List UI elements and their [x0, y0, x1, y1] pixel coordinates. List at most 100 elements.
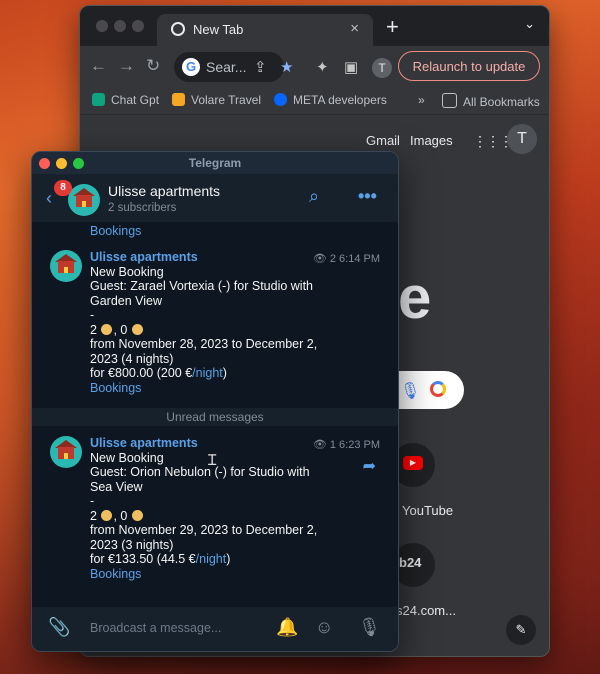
bookmarks-bar: Chat Gpt Volare Travel META developers »… [80, 88, 549, 115]
bookmark-star-icon[interactable]: ★ [280, 58, 293, 76]
telegram-titlebar: Telegram [32, 152, 398, 174]
account-avatar[interactable]: T [507, 124, 537, 154]
message-line: Sea View [90, 479, 143, 494]
message-line: 2023 (3 nights) [90, 537, 174, 552]
sender-avatar[interactable] [50, 250, 82, 282]
message-time: 6:14 PM [339, 253, 380, 265]
attach-paperclip-icon[interactable]: 📎 [48, 617, 70, 638]
back-icon[interactable]: ← [90, 56, 107, 76]
new-tab-button[interactable]: + [386, 14, 399, 40]
google-apps-icon[interactable]: ⋮⋮⋮ [473, 133, 513, 150]
folder-icon [442, 93, 457, 108]
all-bookmarks-button[interactable]: All Bookmarks [442, 93, 540, 109]
chrome-icon [171, 22, 185, 36]
meta-icon [274, 93, 287, 106]
telegram-window: Telegram ‹ 8 Ulisse apartments 2 subscri… [31, 151, 399, 652]
message-list[interactable]: Bookings 👁 2 6:14 PM Ulisse apartments N… [32, 222, 398, 606]
house-door [64, 267, 68, 273]
shortcut-label: YouTube [402, 503, 454, 518]
house-door [64, 453, 68, 459]
search-icon[interactable]: ⌕ [309, 186, 319, 207]
tab-new-tab[interactable]: New Tab × [157, 14, 373, 46]
price-text: for €800.00 (200 € [90, 366, 193, 380]
microphone-icon[interactable]: 🎙 [358, 617, 381, 638]
gmail-link[interactable]: Gmail [366, 133, 400, 148]
children-count: 0 [120, 322, 128, 337]
unread-badge: 8 [54, 180, 72, 196]
bookmark-chat-gpt[interactable]: Chat Gpt [92, 93, 159, 107]
message-line: New Booking [90, 264, 164, 279]
view-count: 1 [329, 439, 336, 451]
unread-divider: Unread messages [32, 408, 398, 426]
back-chevron-icon[interactable]: ‹ [46, 188, 52, 209]
forward-icon[interactable]: → [118, 56, 135, 76]
relaunch-button[interactable]: Relaunch to update [398, 51, 540, 81]
guest-count-line: 2 , 0 [90, 509, 326, 524]
bookmark-volare-travel[interactable]: Volare Travel [172, 93, 261, 107]
bookings-link[interactable]: Bookings [90, 567, 326, 582]
google-lens-icon[interactable] [430, 381, 446, 397]
price-text: ) [222, 366, 227, 380]
emoji-icon[interactable]: ☺ [315, 617, 333, 638]
chat-header: ‹ 8 Ulisse apartments 2 subscribers ⌕ ••… [32, 174, 398, 223]
message-input[interactable]: Broadcast a message... [90, 621, 221, 635]
subscriber-count: 2 subscribers [108, 202, 177, 214]
bookings-link[interactable]: Bookings [90, 224, 141, 238]
message-line: Guest: Zarael Vortexia (-) for Studio wi… [90, 279, 314, 293]
zoom-window-button[interactable] [132, 20, 144, 32]
reload-icon[interactable]: ↻ [146, 56, 160, 76]
adult-emoji-icon [101, 509, 113, 521]
bookings-link[interactable]: Bookings [90, 381, 326, 396]
omnibox[interactable]: G Sear... [174, 52, 284, 82]
extensions-icon[interactable]: ✦ [316, 58, 329, 76]
per-night-link[interactable]: /night [192, 366, 223, 380]
bookmark-meta-developers[interactable]: META developers [274, 93, 387, 107]
message-line: Garden View [90, 293, 163, 308]
message-time: 6:23 PM [339, 439, 380, 451]
message-line: - [90, 308, 95, 322]
voice-search-icon[interactable]: 🎙 [400, 381, 420, 401]
customize-pencil-icon[interactable]: ✎ [506, 615, 536, 645]
google-icon: G [182, 58, 200, 76]
youtube-icon: ▶ [403, 456, 423, 470]
child-emoji-icon [131, 323, 143, 335]
more-options-icon[interactable]: ••• [358, 186, 377, 207]
omnibox-text: Sear... [206, 59, 247, 75]
message-body: Ulisse apartments New Booking Guest: Ori… [90, 436, 326, 581]
tab-search-icon[interactable]: ⌄ [524, 16, 535, 32]
profile-avatar[interactable]: T [372, 58, 392, 78]
message-line: - [90, 494, 95, 508]
tab-title: New Tab [193, 22, 244, 37]
close-tab-icon[interactable]: × [350, 20, 359, 37]
price-line: for €133.50 (44.5 €/night) [90, 552, 326, 567]
guest-count-line: 2 , 0 [90, 323, 326, 338]
bell-icon[interactable]: 🔔 [276, 617, 298, 638]
per-night-link[interactable]: /night [196, 552, 227, 566]
adult-emoji-icon [101, 323, 113, 335]
plane-icon [172, 93, 185, 106]
images-link[interactable]: Images [410, 133, 453, 148]
child-emoji-icon [131, 509, 143, 521]
price-text: ) [226, 552, 231, 566]
sender-avatar[interactable] [50, 436, 82, 468]
close-window-button[interactable] [96, 20, 108, 32]
share-icon[interactable]: ⇪ [254, 58, 267, 76]
message-line: New Booking [90, 450, 164, 465]
side-panel-icon[interactable]: ▣ [344, 58, 358, 76]
composer: 📎 Broadcast a message... 🔔 ☺ 🎙 [32, 606, 398, 651]
children-count: 0 [120, 508, 128, 523]
sender-name[interactable]: Ulisse apartments [90, 436, 326, 451]
google-logo: e [398, 264, 432, 331]
shortcut-label: s24.com... [396, 603, 456, 618]
sender-name[interactable]: Ulisse apartments [90, 250, 326, 265]
view-count: 2 [329, 253, 336, 265]
price-line: for €800.00 (200 €/night) [90, 366, 326, 381]
window-title: Telegram [188, 156, 242, 170]
channel-name[interactable]: Ulisse apartments [108, 183, 220, 199]
adults-count: 2 [90, 508, 97, 523]
share-arrow-icon[interactable]: ➦ [363, 456, 376, 476]
bitrix24-icon: b24 [399, 555, 422, 570]
bookmarks-overflow-button[interactable]: » [418, 93, 425, 107]
channel-avatar[interactable] [68, 184, 100, 216]
minimize-window-button[interactable] [114, 20, 126, 32]
